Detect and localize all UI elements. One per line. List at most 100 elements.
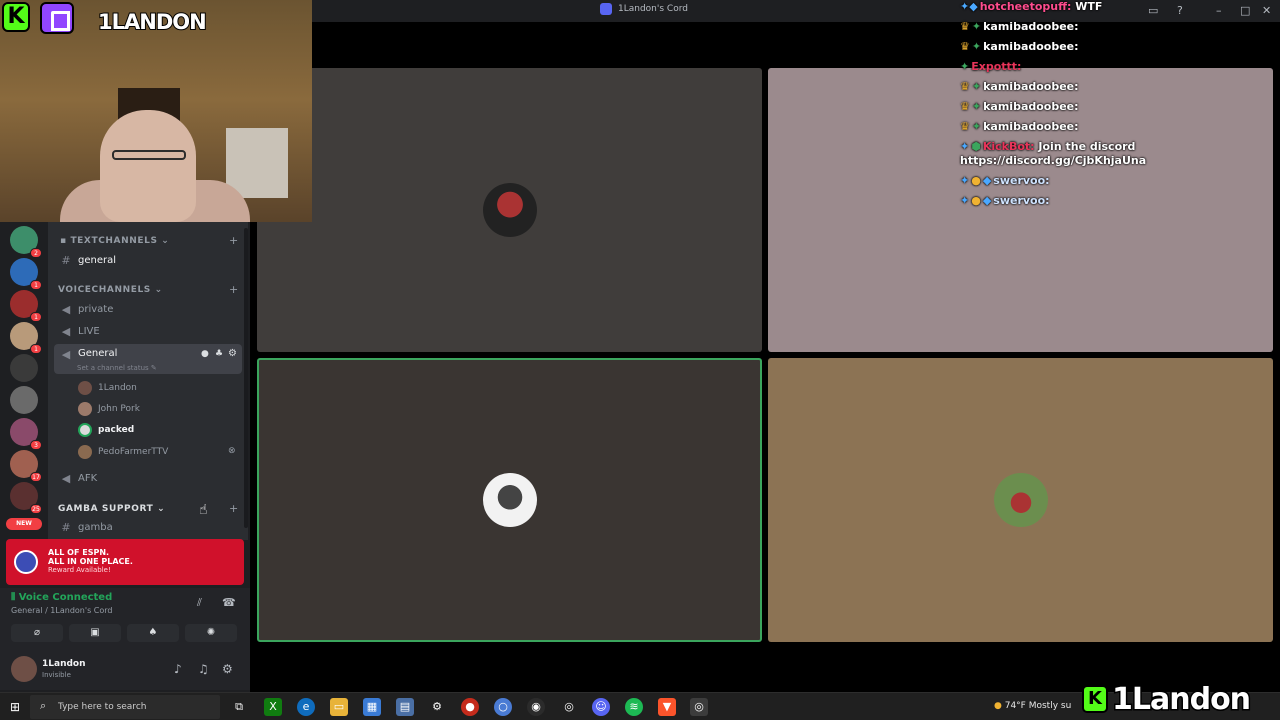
window-title: 1Landon's Cord [600,3,688,15]
promo-banner[interactable]: ALL OF ESPN. ALL IN ONE PLACE. Reward Ava… [6,539,244,585]
sidebar-scrollbar[interactable] [244,228,248,528]
voice-member-speaking[interactable]: packed [78,421,134,439]
channel-general[interactable]: # general [54,250,242,270]
app-icon[interactable]: ● [461,698,479,716]
close-icon[interactable]: ✕ [1262,4,1271,17]
maximize-icon[interactable]: □ [1240,4,1250,17]
steam-icon[interactable]: ◎ [560,698,578,716]
user-panel: 1Landon Invisible ♪ ♫ ⚙ [0,650,250,690]
windows-start-icon[interactable]: ⊞ [10,700,20,714]
help-icon[interactable]: ? [1177,4,1183,17]
badge-icon: ✦ [971,40,982,53]
mention-count: 25 [30,504,42,514]
obs-icon[interactable]: ◉ [527,698,545,716]
voice-member[interactable]: 1Landon [78,379,137,397]
gear-icon[interactable]: ⚙ [228,348,237,359]
avatar [78,423,92,437]
discord-icon[interactable]: ☺ [592,698,610,716]
task-view-icon[interactable]: ⧉ [230,698,248,716]
badge-icon: ✦ [960,174,970,187]
disconnect-icon[interactable]: ☎ [222,596,236,609]
file-explorer-icon[interactable]: ▭ [330,698,348,716]
sub-badge-icon: ● [971,174,981,187]
voice-channel-private[interactable]: ◀ private [54,299,242,319]
camera-button[interactable]: ⌀ [11,624,63,642]
username[interactable]: 1Landon [42,659,86,669]
participant-tile[interactable] [257,68,762,352]
speaker-icon: ◀ [61,324,71,338]
settings-icon[interactable]: ⚙ [428,698,446,716]
server-icon[interactable] [10,386,38,414]
kick-logo-icon: K [1082,685,1108,713]
kick-logo-icon: K [2,2,30,32]
add-member-icon[interactable]: ♣ [215,349,223,359]
headphones-icon[interactable]: ♫ [198,662,209,676]
watermark-name: 1Landon [1110,680,1252,718]
add-channel-icon[interactable]: + [229,502,1270,515]
badge-icon: ✦ [960,140,970,153]
app-icon[interactable]: ○ [494,698,512,716]
minimize-icon[interactable]: – [1216,4,1222,17]
taskbar-search[interactable]: ⌕ Type here to search [30,695,220,719]
add-channel-icon[interactable]: + [229,283,1270,296]
channel-status[interactable]: Set a channel status ✎ [77,364,157,372]
chat-message: ✦◆ hotcheetopuff: WTF [960,0,1103,13]
screen-share-button[interactable]: ▣ [69,624,121,642]
add-channel-icon[interactable]: + [229,234,1270,247]
discord-window: 1Landon's Cord ▭ ? – □ ✕ K 1LANDON ✦◆ hot… [0,0,1280,720]
spotify-icon[interactable]: ≋ [625,698,643,716]
promo-reward: Reward Available! [48,566,111,574]
store-icon[interactable]: ▦ [363,698,381,716]
badge-icon: ✦ [960,60,970,73]
server-icon[interactable]: 25 [10,482,42,514]
chat-message: ♛ ✦ kamibadoobee: [960,80,1079,93]
category-gamba-support[interactable]: GAMBA SUPPORT ⌄ [58,504,165,514]
chrome-icon[interactable]: ◎ [690,698,708,716]
server-icon[interactable]: 17 [10,450,42,482]
taskbar-search-placeholder: Type here to search [58,702,147,712]
category-text-channels[interactable]: ▪ TEXTCHANNELS ⌄ [60,236,169,246]
badge-icon: ✦◆ [960,0,978,13]
crown-icon: ♛ [960,20,970,33]
server-icon[interactable]: 1 [10,290,42,322]
brave-icon[interactable]: ▼ [658,698,676,716]
server-icon[interactable]: 1 [10,322,42,354]
calculator-icon[interactable]: ▤ [396,698,414,716]
noise-suppression-icon[interactable]: ⫽ [197,596,202,610]
voice-channel-afk[interactable]: ◀ AFK [54,468,242,488]
participant-tile-speaking[interactable] [257,358,762,642]
settings-gear-icon[interactable]: ⚙ [222,662,233,676]
voice-member[interactable]: PedoFarmerTTV [78,443,168,461]
server-icon[interactable]: 2 [10,226,42,258]
soundboard-button[interactable]: ✺ [185,624,237,642]
chat-message: ✦ Expottt: [960,60,1022,73]
weather-widget[interactable]: ● 74°F Mostly su [994,701,1071,711]
server-icon[interactable]: 3 [10,418,42,450]
chat-message: ✦ ● ◆ swervoo: [960,194,1050,207]
new-servers-badge[interactable]: NEW [6,518,42,530]
voice-connected-status[interactable]: ⫴ Voice Connected [11,592,112,603]
promo-headline: ALL OF ESPN. ALL IN ONE PLACE. [48,548,133,566]
avatar [78,445,92,459]
avatar [78,402,92,416]
chat-icon[interactable]: ● [201,349,209,359]
participant-tile[interactable] [768,358,1273,642]
inbox-icon[interactable]: ▭ [1148,4,1158,17]
avatar [78,381,92,395]
category-voice-channels[interactable]: VOICECHANNELS ⌄ [58,285,163,295]
server-icon[interactable]: 1 [10,258,42,290]
bot-badge-icon: ⬢ [971,140,981,153]
server-icon[interactable] [10,354,38,382]
voice-channel-live[interactable]: ◀ LIVE [54,321,242,341]
xbox-app-icon[interactable]: X [264,698,282,716]
activity-button[interactable]: ♠ [127,624,179,642]
voice-member[interactable]: John Pork [78,400,140,418]
microphone-icon[interactable]: ♪ [174,662,182,676]
mention-count: 1 [30,344,42,354]
edge-icon[interactable]: e [297,698,315,716]
badge-icon: ✦ [971,100,982,113]
voice-location[interactable]: General / 1Landon's Cord [11,606,113,615]
speaker-icon: ◀ [61,471,71,485]
user-avatar[interactable] [11,656,37,682]
channel-gamba[interactable]: # gamba [54,517,242,537]
